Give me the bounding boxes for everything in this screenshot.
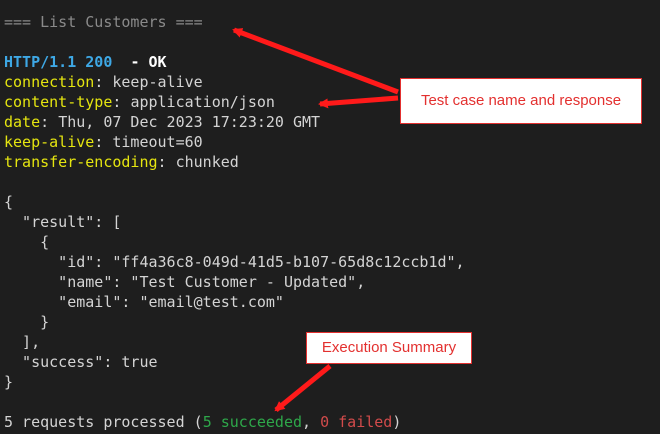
terminal-output: === List Customers === HTTP/1.1 200 - OK… bbox=[4, 12, 656, 432]
json-line: "id": "ff4a36c8-049d-41d5-b107-65d8c12cc… bbox=[4, 253, 465, 271]
header-value: chunked bbox=[175, 153, 239, 171]
request-count: 5 bbox=[4, 413, 14, 431]
summary-separator: , bbox=[302, 413, 321, 431]
summary-text: requests processed ( bbox=[13, 413, 203, 431]
header-key: content-type bbox=[4, 93, 113, 111]
callout-execution-summary: Execution Summary bbox=[306, 332, 472, 364]
json-line: { bbox=[4, 233, 50, 251]
test-case-header: === List Customers === bbox=[4, 13, 203, 31]
json-line: "result": [ bbox=[4, 213, 122, 231]
header-value: timeout=60 bbox=[112, 133, 203, 151]
header-key: transfer-encoding bbox=[4, 153, 158, 171]
status-protocol: HTTP/1.1 200 bbox=[4, 53, 113, 71]
status-text: - OK bbox=[130, 53, 167, 71]
header-value: Thu, 07 Dec 2023 17:23:20 GMT bbox=[58, 113, 321, 131]
callout-test-case: Test case name and response bbox=[400, 78, 642, 124]
succeeded-count: 5 succeeded bbox=[202, 413, 303, 431]
status-line: HTTP/1.1 200 - OK bbox=[4, 52, 656, 72]
summary-suffix: ) bbox=[392, 413, 402, 431]
json-line: } bbox=[4, 373, 14, 391]
header-key: connection bbox=[4, 73, 95, 91]
header-value: keep-alive bbox=[112, 73, 203, 91]
failed-count: 0 failed bbox=[320, 413, 393, 431]
json-line: "email": "email@test.com" bbox=[4, 293, 284, 311]
json-line: { bbox=[4, 193, 14, 211]
execution-summary: 5 requests processed (5 succeeded, 0 fai… bbox=[4, 412, 656, 432]
header-value: application/json bbox=[130, 93, 275, 111]
json-line: } bbox=[4, 313, 50, 331]
header-key: date bbox=[4, 113, 41, 131]
json-line: "name": "Test Customer - Updated", bbox=[4, 273, 366, 291]
header-key: keep-alive bbox=[4, 133, 95, 151]
header-line: keep-alive: timeout=60 bbox=[4, 133, 203, 151]
header-line: transfer-encoding: chunked bbox=[4, 153, 239, 171]
